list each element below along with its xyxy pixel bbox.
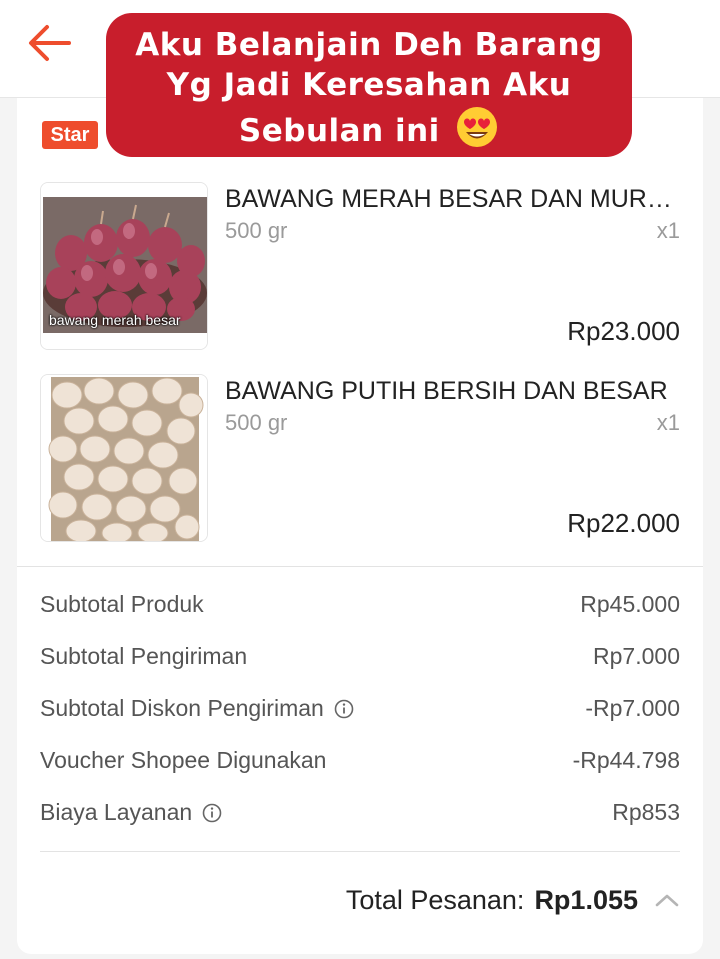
overlay-caption-line: Yg Jadi Keresahan Aku	[166, 67, 572, 103]
summary-label: Subtotal Pengiriman	[40, 643, 248, 669]
product-variant: 500 gr	[225, 410, 288, 435]
product-item[interactable]: bawang merah besar BAWANG MERAH BESAR DA…	[40, 182, 680, 352]
summary-row-subtotal-pengiriman: Subtotal Pengiriman Rp7.000	[40, 643, 680, 675]
summary-label: Subtotal Produk	[40, 591, 204, 617]
summary-row-voucher-shopee: Voucher Shopee Digunakan -Rp44.798	[40, 747, 680, 779]
summary-label-wrap: Subtotal Diskon Pengiriman	[40, 695, 354, 722]
product-image-caption: bawang merah besar	[49, 312, 181, 328]
product-variant: 500 gr	[225, 218, 288, 243]
product-name: BAWANG MERAH BESAR DAN MURAH	[225, 185, 680, 213]
back-button[interactable]	[24, 20, 74, 66]
product-image-shallot: bawang merah besar	[40, 182, 208, 350]
summary-row-subtotal-produk: Subtotal Produk Rp45.000	[40, 591, 680, 623]
total-label: Total Pesanan:	[345, 884, 525, 915]
summary-label: Biaya Layanan	[40, 799, 193, 825]
info-icon[interactable]	[202, 803, 222, 823]
overlay-caption-line: Aku Belanjain Deh Barang	[135, 27, 603, 63]
summary-label-wrap: Biaya Layanan	[40, 799, 222, 826]
order-total[interactable]: Total Pesanan: Rp1.055	[346, 880, 680, 920]
overlay-caption-line: Sebulan ini	[238, 113, 440, 149]
overlay-caption-banner: Aku Belanjain Deh Barang Yg Jadi Keresah…	[106, 13, 632, 157]
total-amount: Rp1.055	[534, 884, 638, 915]
product-quantity: x1	[656, 410, 680, 435]
product-price: Rp23.000	[567, 316, 680, 346]
summary-value: -Rp44.798	[572, 747, 680, 773]
product-image-garlic	[40, 374, 208, 542]
overlay-caption-line-wrap: Sebulan ini	[106, 105, 632, 151]
summary-row-diskon-pengiriman: Subtotal Diskon Pengiriman -Rp7.000	[40, 695, 680, 727]
total-divider	[40, 851, 680, 852]
summary-label: Subtotal Diskon Pengiriman	[40, 695, 324, 721]
star-shop-badge: Star	[42, 121, 98, 149]
arrow-left-icon	[29, 25, 71, 61]
info-icon[interactable]	[334, 699, 354, 719]
summary-row-biaya-layanan: Biaya Layanan Rp853	[40, 799, 680, 831]
product-price: Rp22.000	[567, 508, 680, 538]
summary-value: Rp853	[612, 799, 680, 825]
summary-value: Rp7.000	[593, 643, 680, 669]
summary-value: -Rp7.000	[585, 695, 680, 721]
heart-eyes-emoji-icon	[457, 107, 498, 147]
chevron-up-icon[interactable]	[654, 892, 680, 908]
summary-value: Rp45.000	[580, 591, 680, 617]
product-quantity: x1	[656, 218, 680, 243]
product-name: BAWANG PUTIH BERSIH DAN BESAR	[225, 377, 668, 405]
product-item[interactable]: BAWANG PUTIH BERSIH DAN BESAR 500 gr x1 …	[40, 374, 680, 544]
summary-label: Voucher Shopee Digunakan	[40, 747, 327, 773]
section-divider	[17, 566, 703, 567]
